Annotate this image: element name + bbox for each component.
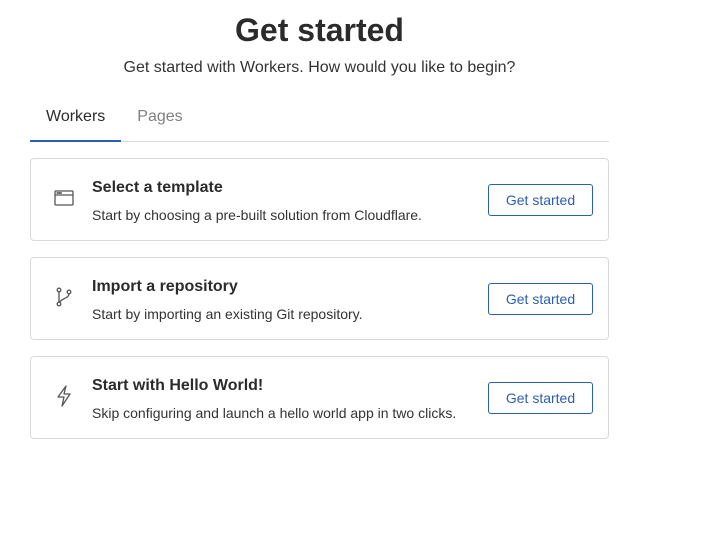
lightning-bolt-icon: [53, 385, 75, 407]
page-subtitle: Get started with Workers. How would you …: [123, 59, 516, 76]
import-repository-get-started-button[interactable]: Get started: [488, 283, 593, 315]
page-title: Get started: [235, 12, 404, 48]
card-select-template: Select a template Start by choosing a pr…: [30, 158, 609, 241]
get-started-page: Get started Get started with Workers. Ho…: [0, 0, 718, 540]
hello-world-get-started-button[interactable]: Get started: [488, 382, 593, 414]
card-hello-world: Start with Hello World! Skip configuring…: [30, 356, 609, 439]
card-description: Skip configuring and launch a hello worl…: [92, 405, 457, 421]
card-import-repository: Import a repository Start by importing a…: [30, 257, 609, 340]
select-template-get-started-button[interactable]: Get started: [488, 184, 593, 216]
card-title: Import a repository: [92, 278, 238, 295]
tab-workers[interactable]: Workers: [30, 98, 122, 142]
tab-pages[interactable]: Pages: [121, 98, 198, 142]
card-description: Start by choosing a pre-built solution f…: [92, 207, 422, 223]
browser-window-icon: [53, 187, 75, 209]
card-title: Select a template: [92, 179, 223, 196]
card-description: Start by importing an existing Git repos…: [92, 306, 363, 322]
tab-bar: Workers Pages: [30, 98, 609, 142]
card-title: Start with Hello World!: [92, 377, 264, 394]
git-branch-icon: [53, 286, 75, 308]
